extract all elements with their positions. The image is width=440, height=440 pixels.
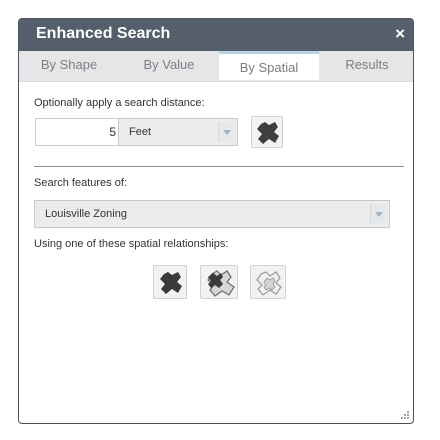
tab-bar: By Shape By Value By Spatial Results — [19, 51, 413, 82]
close-icon[interactable]: × — [395, 24, 405, 44]
unit-select[interactable]: Feet — [118, 118, 238, 146]
buffer-shape-button[interactable] — [251, 116, 283, 148]
chevron-down-icon[interactable] — [370, 204, 387, 224]
unit-select-value: Feet — [129, 126, 152, 138]
relationship-label: Using one of these spatial relationships… — [34, 238, 229, 250]
panel-title: Enhanced Search — [36, 25, 171, 42]
tab-by-spatial[interactable]: By Spatial — [219, 51, 319, 80]
layer-select-value: Louisville Zoning — [45, 208, 127, 220]
enhanced-search-panel: Enhanced Search × By Shape By Value By S… — [18, 18, 414, 424]
polygon-icon — [257, 122, 279, 144]
tab-by-shape[interactable]: By Shape — [19, 51, 119, 81]
tab-results[interactable]: Results — [319, 51, 413, 81]
chevron-down-icon[interactable] — [218, 122, 235, 142]
within-button[interactable] — [250, 265, 286, 299]
contains-button[interactable] — [200, 265, 238, 299]
contains-icon — [207, 270, 235, 297]
distance-label: Optionally apply a search distance: — [34, 97, 205, 109]
section-divider — [34, 166, 404, 167]
intersects-button[interactable] — [153, 265, 187, 299]
tab-by-value[interactable]: By Value — [119, 51, 219, 81]
within-icon — [256, 271, 282, 296]
resize-grip-icon[interactable] — [400, 410, 410, 420]
distance-input[interactable]: 5 — [35, 118, 131, 146]
intersects-icon — [160, 272, 182, 294]
panel-titlebar[interactable]: Enhanced Search × — [19, 19, 413, 51]
layer-select[interactable]: Louisville Zoning — [34, 200, 390, 228]
features-label: Search features of: — [34, 177, 127, 189]
